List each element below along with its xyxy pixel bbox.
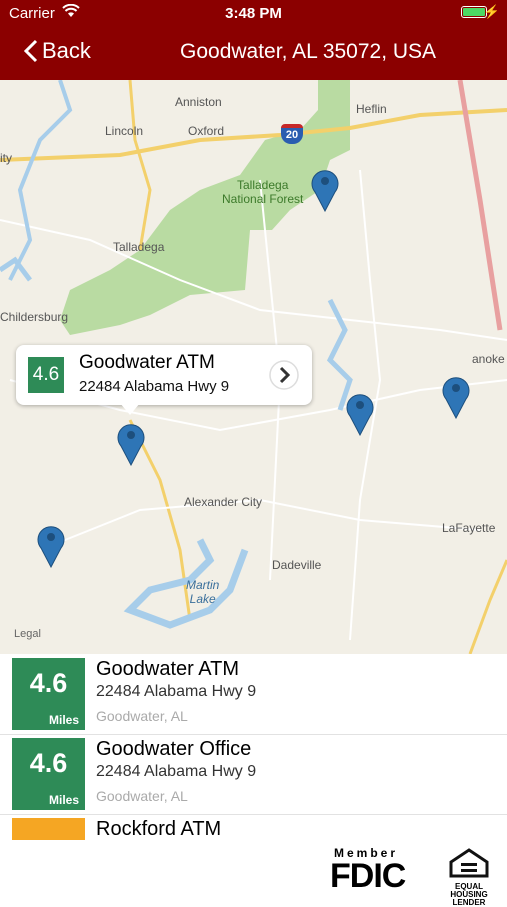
distance-badge: 4.6 Miles [12,658,85,730]
distance-value: 4.6 [29,668,68,698]
map-label-lafayette: LaFayette [442,521,496,535]
map-pin[interactable] [345,390,375,437]
map-label-talladega: Talladega [113,240,165,254]
location-city: Goodwater, AL [96,788,188,804]
map-label-anniston: Anniston [175,95,222,109]
distance-unit: Miles [48,793,79,807]
back-label: Back [42,38,91,63]
map-label-dadeville: Dadeville [272,558,322,572]
map-label-city: ity [0,151,12,165]
map-pin[interactable] [36,522,66,569]
map-label-martin-lake: Martin Lake [186,578,220,606]
distance-badge [12,818,85,840]
location-name: Goodwater Office [96,738,252,760]
map-label-oxford: Oxford [188,124,225,138]
navigation-bar: Back Goodwater, AL 35072, USA [0,28,507,80]
chevron-left-icon [24,39,38,63]
callout-title: Goodwater ATM [79,352,215,373]
location-city: Goodwater, AL [96,708,188,724]
map-view[interactable]: Anniston Heflin Lincoln Oxford ity 20 Ta… [0,80,507,654]
map-label-childersburg: Childersburg [0,310,69,324]
status-bar: Carrier 3:48 PM ⚡ [0,0,507,28]
charging-icon: ⚡ [483,4,500,19]
house-icon [449,848,489,878]
page-title: Goodwater, AL 35072, USA [180,40,437,63]
callout-detail-button[interactable] [268,359,300,391]
location-address: 22484 Alabama Hwy 9 [96,683,257,700]
chevron-right-icon [269,360,299,390]
lender-text: EQUAL HOUSING LENDER [450,882,488,907]
legal-link[interactable]: Legal [14,628,41,640]
callout-tail [120,403,140,415]
location-name: Rockford ATM [96,818,222,840]
clock: 3:48 PM [225,5,282,22]
list-item[interactable]: 4.6 Miles Goodwater Office 22484 Alabama… [0,734,507,815]
callout-subtitle: 22484 Alabama Hwy 9 [79,378,230,395]
map-callout[interactable]: 4.6 Goodwater ATM 22484 Alabama Hwy 9 [16,345,312,415]
map-pin-selected[interactable] [116,420,146,467]
equal-housing-lender-logo: EQUAL HOUSING LENDER [444,848,494,907]
map-label-heflin: Heflin [356,102,387,116]
map-label-forest: Talladega National Forest [222,178,304,206]
location-address: 22484 Alabama Hwy 9 [96,763,257,780]
interstate-shield: 20 [281,124,303,144]
list-item[interactable]: Rockford ATM [0,814,507,844]
map-label-alexander-city: Alexander City [184,495,263,509]
location-list: 4.6 Miles Goodwater ATM 22484 Alabama Hw… [0,654,507,844]
distance-value: 4.6 [29,748,68,778]
map-label-roanoke: anoke [472,352,505,366]
fdic-logo: Member FDIC [330,846,440,895]
location-name: Goodwater ATM [96,658,240,680]
list-item[interactable]: 4.6 Miles Goodwater ATM 22484 Alabama Hw… [0,654,507,735]
map-pin[interactable] [441,373,471,420]
fdic-text: FDIC [330,857,406,895]
callout-distance-badge: 4.6 [28,357,64,393]
map-pin[interactable] [310,166,340,213]
distance-unit: Miles [48,713,79,727]
map-label-lincoln: Lincoln [105,124,144,138]
distance-badge: 4.6 Miles [12,738,85,810]
back-button[interactable]: Back [24,38,91,64]
footer-logos: Member FDIC EQUAL HOUSING LENDER [330,846,500,907]
